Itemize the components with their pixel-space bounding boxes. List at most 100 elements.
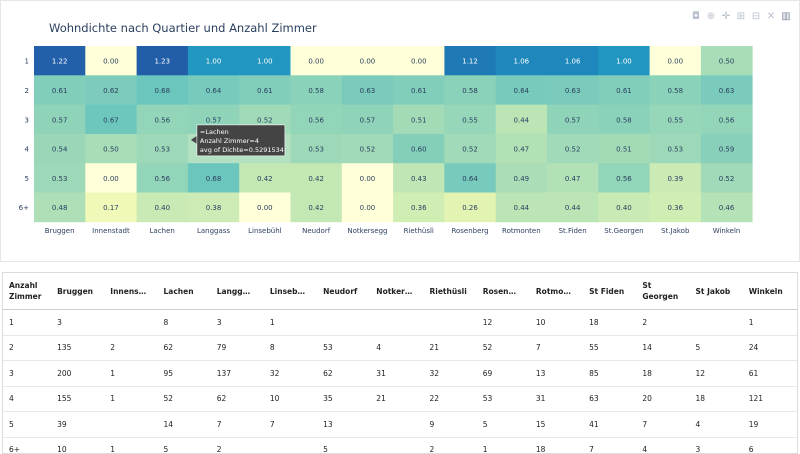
heatmap-cell-label: 0.63 <box>719 87 735 95</box>
zoom-out-icon[interactable]: ⊟ <box>751 11 761 22</box>
heatmap-cell-label: 0.44 <box>514 116 530 124</box>
x-tick-label: Bruggen <box>45 227 75 235</box>
table-cell: 3 <box>3 360 52 387</box>
zoom-icon[interactable]: ⊕ <box>706 11 716 22</box>
table-cell: 1 <box>3 309 52 336</box>
table-cell: 52 <box>476 335 530 361</box>
heatmap-cell-label: 1.06 <box>514 58 530 66</box>
table-cell <box>104 309 158 336</box>
x-tick-label: Rotmonten <box>502 227 541 235</box>
heatmap-cell-label: 0.57 <box>360 116 376 124</box>
heatmap-cell-label: 0.39 <box>667 175 683 183</box>
table-row: 2 135 2 62 79 8 53 4 21 52 7 55 14 5 24 <box>3 335 797 361</box>
data-table: Anzahl Zimmer Bruggen Innens… Lachen Langg… L… <box>3 273 797 453</box>
heatmap-cell-label: 0.56 <box>616 175 632 183</box>
column-header[interactable]: Notker… <box>370 273 424 310</box>
column-header[interactable]: St Jakob <box>689 273 743 310</box>
heatmap-panel: 1.22 0.00 1.23 1.00 1.00 0.00 0.00 0.00 1.12 1.06… <box>0 0 800 262</box>
table-cell: 1 <box>104 437 158 453</box>
heatmap-cell-label: 0.00 <box>257 204 273 212</box>
table-cell: 62 <box>210 386 264 412</box>
heatmap-cell-label: 0.53 <box>154 146 170 154</box>
heatmap-cell-label: 0.55 <box>667 116 683 124</box>
table-cell: 4 <box>370 335 424 361</box>
table-row: 3 200 1 95 137 32 62 31 32 69 13 85 18 12 61 <box>3 360 797 387</box>
heatmap-cell-label: 0.42 <box>308 175 324 183</box>
column-header[interactable]: Lachen <box>157 273 211 310</box>
heatmap-cell-label: 0.17 <box>103 204 119 212</box>
table-cell: 18 <box>689 386 743 412</box>
heatmap-cell-label: 0.40 <box>154 204 170 212</box>
table-cell: 18 <box>583 309 637 336</box>
heatmap-cell-label: 0.42 <box>308 204 324 212</box>
heatmap-cell-label: 0.68 <box>154 87 170 95</box>
heatmap-plot[interactable]: 1.22 0.00 1.23 1.00 1.00 0.00 0.00 0.00 1.12 1.06… <box>1 1 800 263</box>
x-tick-label: St.Fiden <box>559 227 587 235</box>
table-cell: 5 <box>476 411 530 438</box>
y-tick-label: 3 <box>25 116 29 124</box>
heatmap-cell-label: 0.56 <box>308 116 324 124</box>
column-header[interactable]: Linseb… <box>263 273 318 310</box>
heatmap-cell-label: 0.58 <box>667 87 683 95</box>
column-header[interactable]: Bruggen <box>51 273 105 310</box>
table-cell: 32 <box>263 360 318 387</box>
heatmap-cell-label: 0.00 <box>308 58 324 66</box>
plotly-logo-icon[interactable]: ▥ <box>781 11 791 22</box>
table-cell: 1 <box>104 386 158 412</box>
plot-modebar: ◘ ⊕ ✛ ⊞ ⊟ ✕ ▥ <box>691 11 791 22</box>
heatmap-cell-label: 0.52 <box>462 146 478 154</box>
table-cell: 1 <box>104 360 158 387</box>
column-header[interactable]: Innens… <box>104 273 158 310</box>
table-cell: 10 <box>263 386 318 412</box>
heatmap-cell-label: 1.06 <box>565 58 581 66</box>
heatmap-cell-label: 0.40 <box>616 204 632 212</box>
heatmap-cell-label: 0.64 <box>462 175 478 183</box>
table-body: 1 3 8 3 1 12 10 18 2 1 2 135 2 62 79 8 53 4 21 52 7 55 14 5 24 3 2… <box>3 309 797 453</box>
column-header[interactable]: Anzahl Zimmer <box>3 273 52 310</box>
heatmap-cell-label: 0.51 <box>616 146 632 154</box>
heatmap-cell-label: 0.61 <box>257 87 273 95</box>
column-header[interactable]: St Georgen <box>636 273 690 310</box>
x-tick-label: St.Jakob <box>661 227 690 235</box>
tooltip-line: =Lachen <box>200 128 229 136</box>
camera-icon[interactable]: ◘ <box>691 11 701 22</box>
table-cell: 155 <box>51 386 105 412</box>
tooltip-line: Anzahl Zimmer=4 <box>200 137 259 145</box>
heatmap-cell-label: 0.46 <box>719 204 735 212</box>
column-header[interactable]: Winkeln <box>742 273 797 310</box>
heatmap-cell-label: 0.00 <box>360 58 376 66</box>
heatmap-cell-label: 0.64 <box>206 87 222 95</box>
table-cell: 14 <box>636 335 690 361</box>
table-cell: 8 <box>157 309 211 336</box>
heatmap-cell-label: 0.63 <box>565 87 581 95</box>
column-header[interactable]: Neudorf <box>317 273 371 310</box>
table-cell <box>370 437 424 453</box>
table-cell: 18 <box>636 360 690 387</box>
table-cell: 69 <box>476 360 530 387</box>
table-cell: 1 <box>742 309 797 336</box>
heatmap-cell-label: 0.49 <box>514 175 530 183</box>
column-header[interactable]: Langg… <box>210 273 264 310</box>
column-header[interactable]: St Fiden <box>583 273 637 310</box>
table-cell: 3 <box>51 309 105 336</box>
heatmap-cell-label: 0.55 <box>462 116 478 124</box>
x-tick-label: Neudorf <box>302 227 331 235</box>
column-header[interactable]: Riethüsli <box>423 273 477 310</box>
table-cell: 13 <box>529 360 584 387</box>
chart-title: Wohndichte nach Quartier und Anzahl Zimm… <box>49 21 317 35</box>
table-cell: 2 <box>3 335 52 361</box>
heatmap-cell-label: 0.00 <box>103 58 119 66</box>
column-header[interactable]: Rotmo… <box>529 273 584 310</box>
zoom-in-icon[interactable]: ⊞ <box>736 11 746 22</box>
heatmap-cell-label: 0.50 <box>103 146 119 154</box>
autoscale-icon[interactable]: ✕ <box>766 11 776 22</box>
table-cell: 8 <box>263 335 318 361</box>
table-row: 5 39 14 7 7 13 9 5 15 41 7 4 19 <box>3 411 797 438</box>
heatmap-cell-label: 0.52 <box>257 116 273 124</box>
pan-icon[interactable]: ✛ <box>721 11 731 22</box>
column-header[interactable]: Rosen… <box>476 273 530 310</box>
table-cell: 53 <box>317 335 371 361</box>
table-cell: 62 <box>317 360 371 387</box>
heatmap-cell-label: 0.64 <box>514 87 530 95</box>
heatmap-cell-label: 0.00 <box>103 175 119 183</box>
